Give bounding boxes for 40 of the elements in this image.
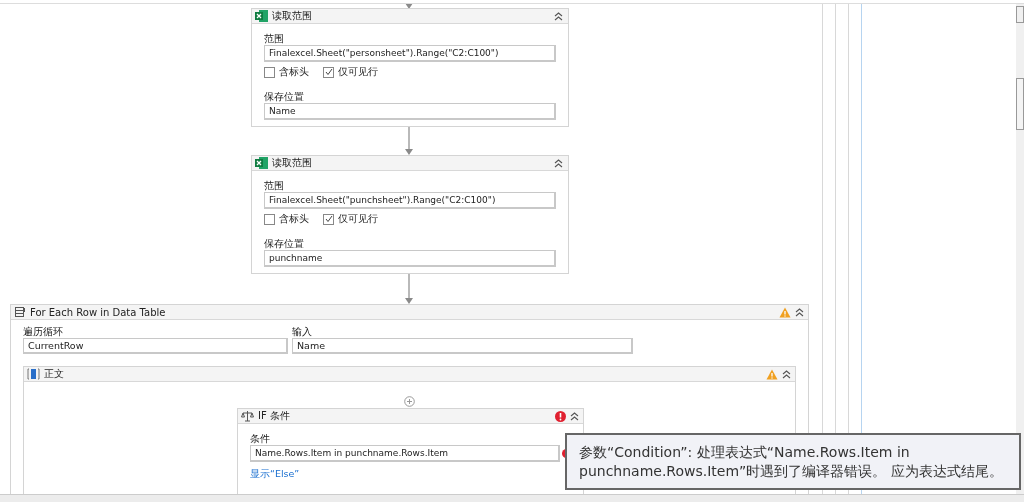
condition-field[interactable]: Name.Rows.Item in punchname.Rows.Item xyxy=(250,445,560,462)
tooltip-text: 参数“Condition”: 处理表达式“Name.Rows.Item in xyxy=(579,443,911,462)
connector-arrow xyxy=(405,127,413,155)
loop-variable-field[interactable]: CurrentRow xyxy=(23,338,288,354)
check-icon xyxy=(324,215,333,223)
save-field[interactable]: Name xyxy=(264,103,556,120)
activity-title: 读取范围 xyxy=(272,156,313,170)
add-icon[interactable] xyxy=(404,396,415,407)
field-label: 遍历循环 xyxy=(23,325,64,338)
save-field[interactable]: punchname xyxy=(264,250,556,267)
tooltip-text: punchname.Rows.Item”时遇到了编译器错误。 应为表达式结尾。 xyxy=(579,462,1004,481)
field-label: 范围 xyxy=(264,179,285,192)
field-label: 保存位置 xyxy=(264,237,305,250)
checkbox[interactable]: 仅可见行 xyxy=(323,212,378,226)
field-label: 保存位置 xyxy=(264,90,305,103)
activity-title: 读取范围 xyxy=(272,9,313,23)
table-icon xyxy=(14,306,26,318)
range-field[interactable]: Finalexcel.Sheet("punchsheet").Range("C2:C100") xyxy=(264,192,556,209)
input-field[interactable]: Name xyxy=(292,338,633,354)
collapse-icon[interactable] xyxy=(795,307,804,317)
scale-icon xyxy=(241,410,254,422)
checkbox[interactable]: 仅可见行 xyxy=(323,65,378,79)
sequence-icon xyxy=(27,368,40,380)
field-label: 输入 xyxy=(292,325,313,338)
collapse-icon[interactable] xyxy=(554,158,563,168)
activity-title: IF 条件 xyxy=(258,409,291,423)
horizontal-scrollbar[interactable] xyxy=(0,494,1024,502)
vertical-scrollbar[interactable] xyxy=(1016,4,1024,494)
checkbox[interactable]: 含标头 xyxy=(264,212,309,226)
activity-title: 正文 xyxy=(44,367,65,381)
field-label: 范围 xyxy=(264,32,285,45)
field-label: 条件 xyxy=(250,432,271,445)
connector-arrow xyxy=(405,274,413,304)
activity-title: For Each Row in Data Table xyxy=(30,306,167,318)
range-field[interactable]: Finalexcel.Sheet("personsheet").Range("C2:C100") xyxy=(264,45,556,62)
collapse-icon[interactable] xyxy=(782,369,791,379)
checkbox[interactable]: 含标头 xyxy=(264,65,309,79)
collapse-icon[interactable] xyxy=(554,11,563,21)
check-icon xyxy=(324,68,333,76)
collapse-icon[interactable] xyxy=(570,411,579,421)
